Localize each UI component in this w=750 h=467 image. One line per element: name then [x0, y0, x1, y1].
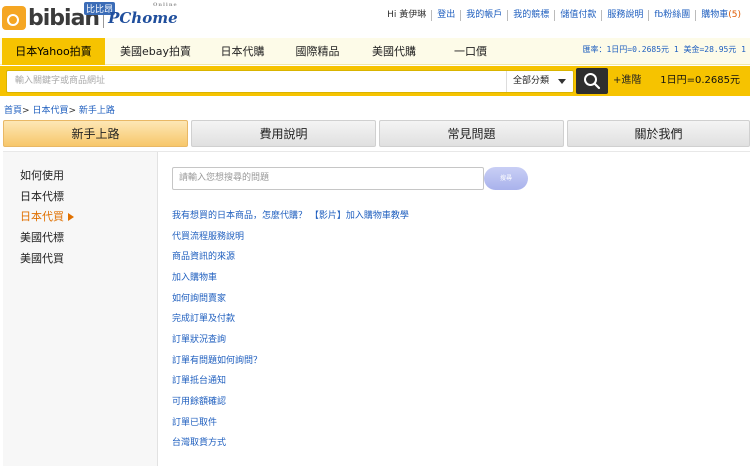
my-account-link[interactable]: 我的帳戶	[466, 10, 502, 20]
sidebar-item-japan-purchase[interactable]: 日本代買	[20, 208, 74, 224]
breadcrumb-beginner[interactable]: 新手上路	[79, 106, 115, 116]
faq-link[interactable]: 台灣取貨方式	[172, 435, 226, 448]
breadcrumb-sep: >	[22, 106, 30, 116]
faq-link[interactable]: 訂單已取件	[172, 415, 217, 428]
top-header: bibian 比比昂 PChome Online Hi 黃伊琳 登出 我的帳戶 …	[0, 0, 750, 36]
logo[interactable]: bibian 比比昂 PChome Online	[2, 2, 178, 32]
search-icon	[584, 73, 601, 90]
faq-link[interactable]: 代買流程服務說明	[172, 229, 244, 242]
nav-tab-yahoo-auction[interactable]: 日本Yahoo拍賣	[2, 38, 105, 65]
faq-link[interactable]: 可用餘額確認	[172, 394, 226, 407]
my-bids-link[interactable]: 我的競標	[513, 10, 549, 20]
nav-tab-ebay-auction[interactable]: 美國ebay拍賣	[108, 38, 203, 65]
search-bar: 輸入關鍵字或商品網址 全部分類 +進階 1日円=0.2685元	[0, 66, 750, 96]
partner-name: PChome	[108, 9, 178, 27]
help-tabs: 新手上路 費用說明 常見問題 關於我們	[3, 120, 750, 148]
tab-beginner[interactable]: 新手上路	[3, 120, 188, 147]
faq-link[interactable]: 訂單有問題如何詢問？	[172, 353, 262, 366]
tab-about[interactable]: 關於我們	[567, 120, 750, 147]
partner-logo[interactable]: PChome Online	[108, 2, 178, 27]
yen-rate: 1日円=0.2685元	[660, 75, 740, 86]
category-select[interactable]: 全部分類	[506, 71, 572, 92]
faq-link[interactable]: 訂單抵台通知	[172, 373, 226, 386]
search-input[interactable]: 輸入關鍵字或商品網址	[6, 70, 574, 93]
faq-search-input[interactable]: 請輸入您想搜尋的問題	[172, 167, 484, 190]
category-label: 全部分類	[513, 76, 550, 86]
faq-search-button[interactable]: 搜尋	[484, 167, 528, 190]
main-nav: 日本Yahoo拍賣 美國ebay拍賣 日本代購 國際精品 美國代購 一口價 匯率…	[0, 38, 750, 65]
sidebar-item-how-to-use[interactable]: 如何使用	[20, 167, 64, 183]
sidebar-item-japan-bid[interactable]: 日本代標	[20, 188, 64, 204]
logout-link[interactable]: 登出	[437, 10, 455, 20]
tab-fees[interactable]: 費用說明	[191, 120, 376, 147]
faq-link[interactable]: 加入購物車	[172, 270, 217, 283]
breadcrumb-home[interactable]: 首頁	[4, 106, 22, 116]
faq-link[interactable]: 如何詢問賣家	[172, 291, 226, 304]
greeting: Hi 黃伊琳	[387, 10, 427, 20]
sidebar-item-us-bid[interactable]: 美國代標	[20, 229, 64, 245]
exchange-rate-text: 匯率：1日円=0.2685元 1 美金=28.95元 1	[582, 45, 746, 54]
cart-label[interactable]: 購物車	[701, 10, 728, 20]
caret-down-icon	[558, 79, 566, 84]
arrow-right-icon	[68, 213, 74, 221]
help-link[interactable]: 服務說明	[607, 10, 643, 20]
sidebar: 如何使用 日本代標 日本代買 美國代標 美國代買	[3, 152, 158, 466]
sidebar-item-label: 日本代買	[20, 210, 64, 223]
faq-link[interactable]: 商品資訊的來源	[172, 249, 235, 262]
nav-tab-fixed-price[interactable]: 一口價	[433, 38, 508, 65]
tab-faq[interactable]: 常見問題	[379, 120, 564, 147]
topup-link[interactable]: 儲值付款	[560, 10, 596, 20]
sidebar-item-us-purchase[interactable]: 美國代買	[20, 250, 64, 266]
cart-link[interactable]: 購物車(5)	[695, 10, 746, 21]
logo-box-icon	[2, 6, 26, 30]
advanced-search-link[interactable]: +進階	[613, 66, 641, 96]
faq-link[interactable]: 訂單狀況查詢	[172, 332, 226, 345]
faq-link[interactable]: 完成訂單及付款	[172, 311, 235, 324]
nav-tab-luxury[interactable]: 國際精品	[280, 38, 355, 65]
main-content: 如何使用 日本代標 日本代買 美國代標 美國代買 請輸入您想搜尋的問題 搜尋 我…	[3, 151, 750, 467]
top-links: Hi 黃伊琳 登出 我的帳戶 我的競標 儲值付款 服務說明 fb粉絲團 購物車(…	[382, 10, 746, 21]
fb-fanpage-link[interactable]: fb粉絲團	[654, 10, 690, 20]
search-button[interactable]	[576, 68, 608, 94]
cart-count: (5)	[728, 10, 741, 20]
partner-sub: Online	[153, 2, 178, 8]
nav-tab-us-purchase[interactable]: 美國代購	[355, 38, 433, 65]
breadcrumb: 首頁> 日本代買> 新手上路	[4, 103, 115, 116]
breadcrumb-japan-purchase[interactable]: 日本代買	[32, 106, 68, 116]
faq-link[interactable]: 我有想買的日本商品，怎麼代購？ 【影片】加入購物車教學	[172, 208, 409, 221]
breadcrumb-sep: >	[68, 106, 76, 116]
nav-tab-japan-purchase[interactable]: 日本代購	[205, 38, 280, 65]
